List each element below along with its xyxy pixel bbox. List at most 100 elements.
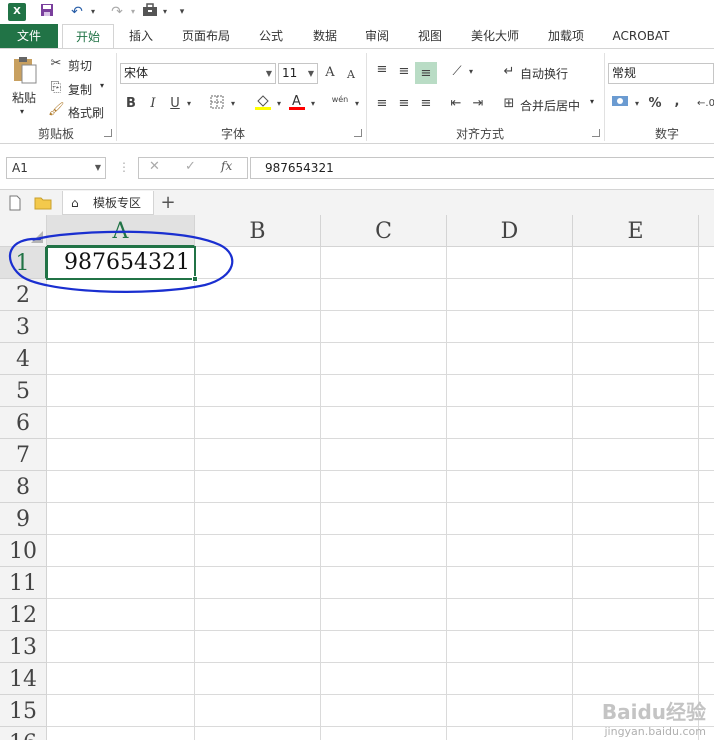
- grid-cell[interactable]: [447, 439, 573, 471]
- font-launcher-icon[interactable]: [354, 129, 362, 137]
- grid-cell[interactable]: [573, 567, 699, 599]
- grid-cell[interactable]: [447, 599, 573, 631]
- align-left-icon[interactable]: ≡: [372, 95, 392, 113]
- grid-cell[interactable]: [699, 439, 714, 471]
- grid-cell[interactable]: [699, 503, 714, 535]
- grid-cell[interactable]: [321, 503, 447, 535]
- column-header-c[interactable]: C: [321, 215, 447, 247]
- align-top-icon[interactable]: ≡: [372, 61, 392, 79]
- tab-beautify[interactable]: 美化大师: [462, 24, 528, 48]
- grid-cell[interactable]: [447, 407, 573, 439]
- grid-cell[interactable]: [699, 663, 714, 695]
- grid-cell[interactable]: [573, 279, 699, 311]
- fill-color-dropdown-icon[interactable]: ▾: [274, 95, 284, 113]
- underline-dropdown-icon[interactable]: ▾: [184, 95, 194, 113]
- grid-cell[interactable]: [321, 535, 447, 567]
- grid-cell[interactable]: [573, 247, 699, 279]
- row-header-11[interactable]: 11: [0, 567, 47, 599]
- grid-cell[interactable]: [573, 631, 699, 663]
- grid-cell[interactable]: [699, 247, 714, 279]
- enter-icon[interactable]: ✓: [185, 159, 196, 174]
- border-icon[interactable]: [208, 95, 226, 115]
- row-header-12[interactable]: 12: [0, 599, 47, 631]
- grid-cell[interactable]: [447, 631, 573, 663]
- grid-cell[interactable]: [47, 663, 195, 695]
- font-size-combo[interactable]: 11 ▼: [278, 63, 318, 84]
- row-header-10[interactable]: 10: [0, 535, 47, 567]
- grid-cell[interactable]: [47, 471, 195, 503]
- shrink-font-icon[interactable]: A: [344, 66, 358, 84]
- grid-cell[interactable]: [47, 727, 195, 740]
- grid-cell[interactable]: [573, 439, 699, 471]
- grid-cell[interactable]: [573, 375, 699, 407]
- grid-cell[interactable]: [195, 439, 321, 471]
- grid-cell[interactable]: [573, 599, 699, 631]
- grid-cell[interactable]: [321, 695, 447, 727]
- grid-cell[interactable]: [699, 471, 714, 503]
- row-header-3[interactable]: 3: [0, 311, 47, 343]
- grid-cell[interactable]: [699, 279, 714, 311]
- currency-icon[interactable]: [610, 93, 632, 115]
- grid-cell[interactable]: [321, 343, 447, 375]
- new-file-icon[interactable]: [8, 191, 26, 215]
- grid-cell[interactable]: [47, 503, 195, 535]
- grid-cell[interactable]: [699, 375, 714, 407]
- folder-icon[interactable]: [34, 191, 54, 215]
- grid-cell[interactable]: [321, 375, 447, 407]
- grid-cell[interactable]: [699, 631, 714, 663]
- undo-dropdown-icon[interactable]: ▾: [88, 3, 98, 21]
- grid-cell[interactable]: [321, 727, 447, 740]
- chevron-down-icon[interactable]: ▼: [95, 158, 101, 178]
- grid-cell[interactable]: [699, 567, 714, 599]
- chevron-down-icon[interactable]: ▼: [266, 64, 272, 83]
- merge-center-icon[interactable]: ⊞: [500, 95, 518, 113]
- tab-addins[interactable]: 加载项: [536, 24, 596, 48]
- grid-cell[interactable]: [47, 311, 195, 343]
- increase-indent-icon[interactable]: ⇥: [468, 95, 488, 113]
- grid-cell[interactable]: [195, 375, 321, 407]
- grid-cell[interactable]: [447, 279, 573, 311]
- merge-dropdown-icon[interactable]: ▾: [590, 97, 594, 106]
- merge-center-button[interactable]: 合并后居中: [520, 97, 580, 114]
- grid-cell[interactable]: [447, 311, 573, 343]
- insert-function-icon[interactable]: fx: [221, 159, 232, 173]
- phonetic-dropdown-icon[interactable]: ▾: [352, 95, 362, 113]
- align-middle-icon[interactable]: ≡: [394, 63, 414, 81]
- increase-decimal-icon[interactable]: ←.0: [696, 95, 714, 113]
- row-header-13[interactable]: 13: [0, 631, 47, 663]
- grid-cell[interactable]: [447, 567, 573, 599]
- currency-dropdown-icon[interactable]: ▾: [632, 95, 642, 113]
- formula-input[interactable]: 987654321: [250, 157, 714, 179]
- align-center-icon[interactable]: ≡: [394, 95, 414, 113]
- paste-label[interactable]: 粘贴: [12, 89, 36, 106]
- tab-view[interactable]: 视图: [408, 24, 452, 48]
- grid-cell[interactable]: [47, 695, 195, 727]
- grid-cell[interactable]: [47, 343, 195, 375]
- comma-button[interactable]: ,: [670, 93, 684, 111]
- grid-cell[interactable]: [47, 439, 195, 471]
- paste-dropdown-icon[interactable]: ▾: [20, 107, 24, 116]
- grid-cell[interactable]: [195, 599, 321, 631]
- clipboard-launcher-icon[interactable]: [104, 129, 112, 137]
- add-sheet-button[interactable]: +: [158, 191, 178, 215]
- decrease-indent-icon[interactable]: ⇤: [446, 95, 466, 113]
- align-bottom-icon[interactable]: ≡: [415, 62, 437, 84]
- grid-cell[interactable]: [321, 247, 447, 279]
- grid-cell[interactable]: [447, 663, 573, 695]
- paste-icon[interactable]: [8, 55, 40, 85]
- redo-dropdown-icon[interactable]: ▾: [128, 3, 138, 21]
- grid-cell[interactable]: [195, 407, 321, 439]
- grid-cell[interactable]: [321, 311, 447, 343]
- grid-cell[interactable]: [47, 535, 195, 567]
- grid-cell[interactable]: [447, 471, 573, 503]
- grid-cell[interactable]: [321, 631, 447, 663]
- grid-cell[interactable]: [47, 375, 195, 407]
- grid-cell[interactable]: [573, 503, 699, 535]
- cut-button[interactable]: 剪切: [68, 57, 92, 74]
- fill-color-icon[interactable]: [254, 93, 272, 117]
- grid-cell[interactable]: [321, 407, 447, 439]
- font-color-dropdown-icon[interactable]: ▾: [308, 95, 318, 113]
- row-header-16[interactable]: 16: [0, 727, 47, 740]
- row-header-7[interactable]: 7: [0, 439, 47, 471]
- grid-cell[interactable]: [573, 343, 699, 375]
